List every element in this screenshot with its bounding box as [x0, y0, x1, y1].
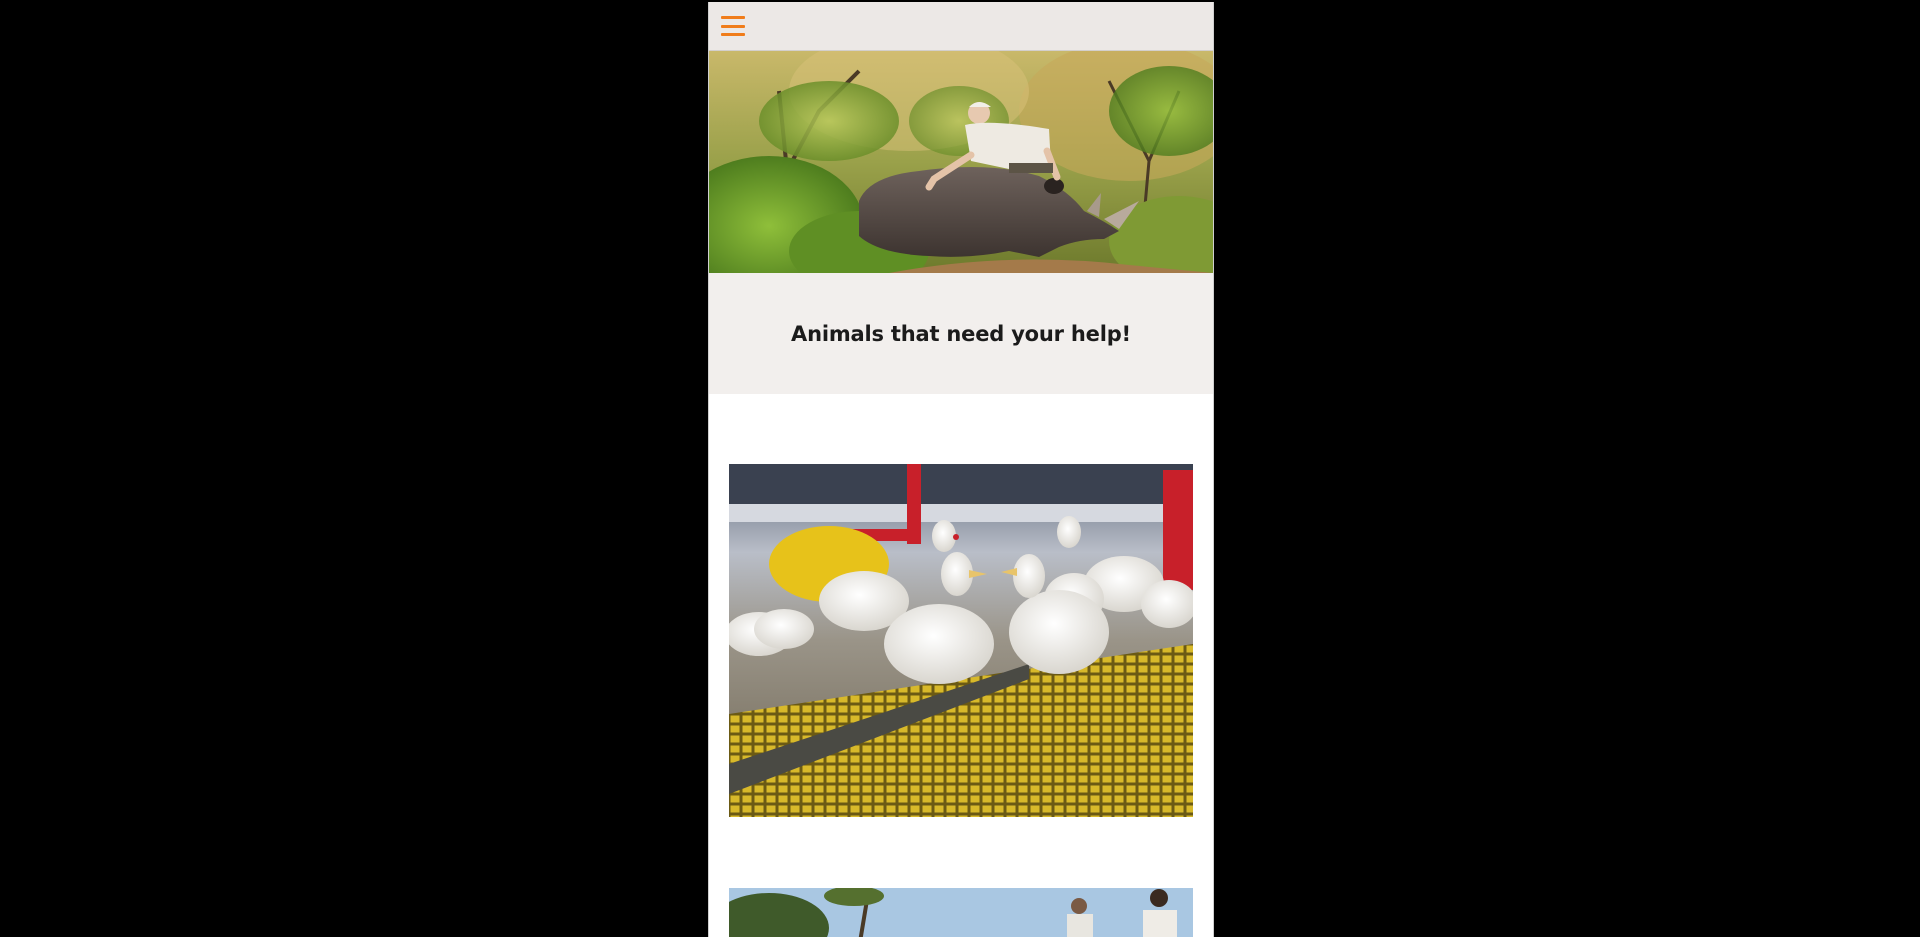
- card-image-chickens[interactable]: [729, 464, 1193, 817]
- section-heading-band: Animals that need your help!: [709, 273, 1213, 394]
- mobile-viewport: Animals that need your help!: [708, 2, 1214, 937]
- hero-image-rhino: [709, 51, 1213, 273]
- card-image-people[interactable]: [729, 888, 1193, 937]
- section-title: Animals that need your help!: [791, 321, 1131, 346]
- top-navigation-bar: [709, 2, 1213, 51]
- hamburger-menu-icon[interactable]: [721, 16, 745, 36]
